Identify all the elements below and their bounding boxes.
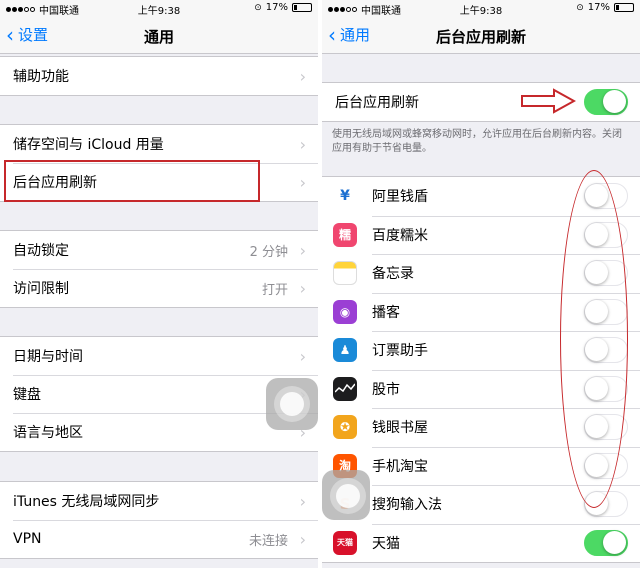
chevron-right-icon: › (299, 529, 306, 549)
ticket-assistant-icon: ♟ (333, 338, 357, 362)
nav-bar: ‹ 设置 通用 (0, 16, 318, 54)
row-label: 后台应用刷新 (335, 95, 419, 111)
app-name: 播客 (372, 304, 400, 321)
battery-percent: 17% (587, 2, 610, 13)
orientation-lock-icon: ⊙ (254, 2, 262, 13)
row-label: 自动锁定 (13, 243, 69, 259)
alipay-shield-icon: ¥ (333, 184, 357, 208)
app-name: 百度糯米 (372, 227, 428, 244)
row-label: 日期与时间 (13, 349, 83, 365)
master-toggle-group: 后台应用刷新 (322, 82, 640, 122)
app-name: 搜狗输入法 (372, 497, 442, 514)
settings-row-accessibility[interactable]: 辅助功能 › (0, 57, 318, 95)
baidu-nuomi-icon: 糯 (333, 222, 357, 247)
app-name: 钱眼书屋 (372, 420, 428, 437)
chevron-right-icon: › (299, 240, 306, 260)
settings-row-storage-icloud[interactable]: 储存空间与 iCloud 用量 › (0, 125, 318, 163)
row-label: 语言与地区 (13, 425, 83, 441)
battery-icon (292, 3, 312, 12)
toggle-knob (603, 530, 626, 554)
settings-row-date-time[interactable]: 日期与时间 › (0, 337, 318, 375)
chevron-right-icon: › (299, 278, 306, 298)
chevron-right-icon: › (299, 66, 306, 86)
chevron-right-icon: › (299, 491, 306, 511)
app-name: 订票助手 (372, 343, 428, 360)
background-refresh-master-toggle[interactable] (584, 89, 628, 115)
assistive-touch-button-right[interactable] (322, 470, 370, 520)
settings-group-lock: 自动锁定 2 分钟 › 访问限制 打开 › (0, 230, 318, 308)
settings-group-itunes-vpn: iTunes 无线局域网同步 › VPN 未连接 › (0, 481, 318, 559)
settings-row-vpn[interactable]: VPN 未连接 › (0, 520, 318, 558)
app-name: 手机淘宝 (372, 458, 428, 475)
app-name: 阿里钱盾 (372, 189, 428, 206)
settings-row-restrictions[interactable]: 访问限制 打开 › (0, 269, 318, 307)
stocks-icon (333, 376, 357, 401)
row-value: 未连接 (248, 533, 288, 549)
row-label: 储存空间与 iCloud 用量 (13, 137, 164, 153)
tmall-icon: 天猫 (333, 530, 357, 555)
chevron-right-icon: › (299, 134, 306, 154)
highlight-box (4, 160, 260, 202)
notes-icon (333, 261, 357, 285)
general-settings-screen: 中国联通 上午9:38 ⊙ 17% ‹ 设置 通用 辅助功能 › 储存空间与 i… (0, 0, 318, 568)
orientation-lock-icon: ⊙ (576, 2, 584, 13)
background-refresh-description: 使用无线局域网或蜂窝移动网时，允许应用在后台刷新内容。关闭应用有助于节省电量。 (332, 129, 622, 154)
row-label: 辅助功能 (13, 69, 69, 85)
row-value: 2 分钟 (249, 244, 288, 260)
chevron-right-icon: › (299, 172, 306, 192)
settings-row-itunes-wifi-sync[interactable]: iTunes 无线局域网同步 › (0, 482, 318, 520)
highlight-ellipse (560, 170, 628, 508)
chevron-right-icon: › (299, 346, 306, 366)
row-label: 访问限制 (13, 281, 69, 297)
app-name: 备忘录 (372, 266, 414, 283)
assistive-touch-button[interactable] (266, 378, 318, 430)
app-row: 天猫 天猫 (322, 523, 640, 563)
settings-row-auto-lock[interactable]: 自动锁定 2 分钟 › (0, 231, 318, 269)
battery-icon (614, 3, 634, 12)
highlight-arrow-icon (521, 88, 576, 114)
page-title: 后台应用刷新 (435, 28, 526, 46)
app-refresh-toggle[interactable] (584, 529, 628, 556)
background-refresh-master-row: 后台应用刷新 (322, 83, 640, 121)
row-value: 打开 (261, 282, 288, 298)
row-label: VPN (13, 531, 42, 547)
podcasts-icon: ◉ (333, 299, 357, 324)
row-label: 键盘 (13, 387, 41, 403)
app-name: 天猫 (372, 535, 400, 552)
app-name: 股市 (372, 381, 400, 398)
status-bar: 中国联通 上午9:38 ⊙ 17% (322, 0, 640, 17)
settings-group-accessibility: 辅助功能 › (0, 56, 318, 96)
battery-percent: 17% (265, 2, 288, 13)
status-bar: 中国联通 上午9:38 ⊙ 17% (0, 0, 318, 17)
nav-bar: ‹ 通用 后台应用刷新 (322, 16, 640, 54)
page-title: 通用 (143, 28, 174, 46)
book-store-icon: ✪ (333, 415, 357, 439)
row-label: iTunes 无线局域网同步 (13, 494, 160, 510)
